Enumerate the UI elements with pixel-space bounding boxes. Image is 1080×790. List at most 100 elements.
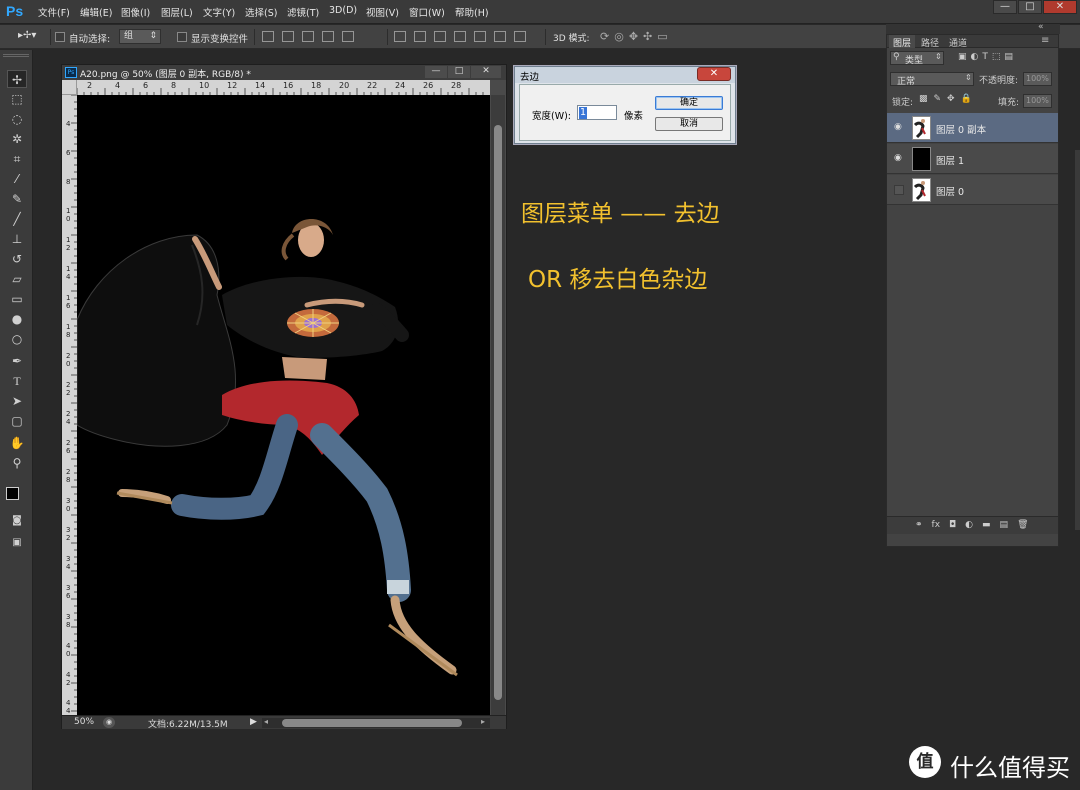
collapse-panel-icon[interactable]: « <box>1038 22 1044 32</box>
link-layers-icon[interactable]: ⚭ <box>915 520 923 532</box>
menu-select[interactable]: 选择(S) <box>245 5 277 19</box>
width-input[interactable]: 1 <box>577 105 617 120</box>
auto-select-checkbox[interactable] <box>55 32 65 42</box>
zoom-level[interactable]: 50% <box>74 717 94 727</box>
lasso-tool-icon[interactable]: ◌ <box>7 110 27 128</box>
align-hcenter-icon[interactable] <box>342 31 354 42</box>
layer-filter-dropdown[interactable]: ⚲ 类型 ⇕ <box>890 51 944 66</box>
distribute-right-icon[interactable] <box>494 31 506 42</box>
doc-close-button[interactable]: ✕ <box>471 66 501 78</box>
layer-filter-icons[interactable]: ▣◐T⬚▤ <box>958 52 1048 64</box>
distribute-bottom-icon[interactable] <box>434 31 446 42</box>
minimize-button[interactable]: — <box>993 0 1017 14</box>
foreground-color-swatch[interactable] <box>6 487 19 500</box>
ruler-origin[interactable] <box>62 80 77 95</box>
marquee-tool-icon[interactable]: ⬚ <box>7 90 27 108</box>
image-canvas[interactable] <box>77 95 490 715</box>
tab-layers[interactable]: 图层 <box>889 35 915 49</box>
scrollbar-thumb[interactable] <box>494 125 502 700</box>
panel-menu-icon[interactable]: ≡ <box>1041 35 1049 46</box>
menu-filter[interactable]: 滤镜(T) <box>287 5 319 19</box>
doc-maximize-button[interactable]: □ <box>448 66 470 78</box>
menu-image[interactable]: 图像(I) <box>121 5 150 19</box>
show-transform-checkbox[interactable] <box>177 32 187 42</box>
distribute-vcenter-icon[interactable] <box>414 31 426 42</box>
new-layer-icon[interactable]: ▤ <box>1000 520 1009 532</box>
blend-mode-dropdown[interactable]: 正常 ⇕ <box>890 72 974 87</box>
tab-channels[interactable]: 通道 <box>949 36 967 49</box>
move-tool-preset-icon[interactable]: ▸✢▾ <box>18 30 44 44</box>
align-left-icon[interactable] <box>322 31 334 42</box>
menu-help[interactable]: 帮助(H) <box>455 5 489 19</box>
hand-tool-icon[interactable]: ✋ <box>7 434 27 452</box>
menu-view[interactable]: 视图(V) <box>366 5 399 19</box>
menu-layer[interactable]: 图层(L) <box>161 5 193 19</box>
horizontal-scrollbar[interactable]: ◂ ▸ <box>262 717 490 728</box>
distribute-hcenter-icon[interactable] <box>474 31 486 42</box>
eye-icon[interactable]: ◉ <box>894 123 906 132</box>
scroll-left-icon[interactable]: ◂ <box>264 717 268 726</box>
scroll-right-icon[interactable]: ▸ <box>481 717 485 726</box>
menu-window[interactable]: 窗口(W) <box>409 5 445 19</box>
blur-tool-icon[interactable]: ● <box>7 310 27 328</box>
layer-row-selected[interactable]: ◉ 图层 0 副本 <box>887 113 1058 143</box>
menu-edit[interactable]: 编辑(E) <box>80 5 112 19</box>
ruler-horizontal[interactable]: 2 4 6 8 10 12 14 16 18 20 22 24 26 28 <box>77 80 490 95</box>
brush-tool-icon[interactable]: ╱ <box>7 210 27 228</box>
zoom-tool-icon[interactable]: ⚲ <box>7 454 27 472</box>
vertical-scrollbar[interactable] <box>491 95 505 715</box>
maximize-button[interactable]: □ <box>1018 0 1042 14</box>
type-tool-icon[interactable]: T <box>7 372 27 390</box>
close-button[interactable]: ✕ <box>1043 0 1077 14</box>
adjustment-layer-icon[interactable]: ◐ <box>965 520 973 532</box>
auto-select-dropdown[interactable]: 组 ⇕ <box>119 29 161 44</box>
path-selection-tool-icon[interactable]: ➤ <box>7 392 27 410</box>
dialog-titlebar[interactable]: 去边 ✕ <box>515 67 735 83</box>
magic-wand-tool-icon[interactable]: ✲ <box>7 130 27 148</box>
add-mask-icon[interactable]: ◘ <box>949 520 956 532</box>
document-tab[interactable]: Ps A20.png @ 50% (图层 0 副本, RGB/8) * — □ … <box>62 65 506 80</box>
toolbar-grip[interactable] <box>3 54 29 57</box>
scrollbar-thumb[interactable] <box>282 719 462 727</box>
gradient-tool-icon[interactable]: ▭ <box>7 290 27 308</box>
distribute-left-icon[interactable] <box>454 31 466 42</box>
lock-icons[interactable]: ▩✎✥🔒 <box>919 94 989 106</box>
new-group-icon[interactable]: ▬ <box>982 520 991 532</box>
layer-row[interactable]: ◉ 图层 1 <box>887 144 1058 174</box>
delete-layer-icon[interactable]: 🗑 <box>1017 520 1028 532</box>
status-arrow-icon[interactable]: ▶ <box>250 717 257 727</box>
tab-paths[interactable]: 路径 <box>921 36 939 49</box>
dodge-tool-icon[interactable]: ○ <box>7 330 27 348</box>
opacity-input[interactable]: 100% <box>1023 72 1052 86</box>
shape-tool-icon[interactable]: ▢ <box>7 412 27 430</box>
status-menu-icon[interactable]: ◉ <box>103 717 115 728</box>
dialog-close-button[interactable]: ✕ <box>697 67 731 81</box>
doc-minimize-button[interactable]: — <box>425 66 447 78</box>
clone-stamp-tool-icon[interactable]: ⊥ <box>7 230 27 248</box>
fill-input[interactable]: 100% <box>1023 94 1052 108</box>
quick-mask-icon[interactable]: ◙ <box>7 512 27 530</box>
side-collapsed-panel[interactable] <box>1075 150 1080 530</box>
eye-icon[interactable]: ◉ <box>894 154 906 163</box>
pen-tool-icon[interactable]: ✒ <box>7 352 27 370</box>
move-tool-icon[interactable]: ✢ <box>7 70 27 88</box>
menu-file[interactable]: 文件(F) <box>38 5 70 19</box>
history-brush-tool-icon[interactable]: ↺ <box>7 250 27 268</box>
auto-align-icon[interactable] <box>514 31 526 42</box>
menu-3d[interactable]: 3D(D) <box>329 5 357 16</box>
crop-tool-icon[interactable]: ⌗ <box>7 150 27 168</box>
align-vcenter-icon[interactable] <box>282 31 294 42</box>
align-bottom-icon[interactable] <box>302 31 314 42</box>
cancel-button[interactable]: 取消 <box>655 117 723 131</box>
screen-mode-icon[interactable]: ▣ <box>7 534 27 552</box>
ruler-vertical[interactable]: 4 6 8 10 12 14 16 18 20 22 24 26 28 30 3… <box>62 95 77 715</box>
menu-type[interactable]: 文字(Y) <box>203 5 235 19</box>
visibility-toggle-off[interactable] <box>894 185 904 195</box>
eyedropper-tool-icon[interactable]: ⁄ <box>7 170 27 188</box>
layer-style-icon[interactable]: fx <box>932 520 941 532</box>
align-top-icon[interactable] <box>262 31 274 42</box>
3d-mode-icons[interactable]: ⟳◎✥✣▭ <box>600 30 673 43</box>
distribute-top-icon[interactable] <box>394 31 406 42</box>
layer-row[interactable]: 图层 0 <box>887 175 1058 205</box>
healing-brush-tool-icon[interactable]: ✎ <box>7 190 27 208</box>
